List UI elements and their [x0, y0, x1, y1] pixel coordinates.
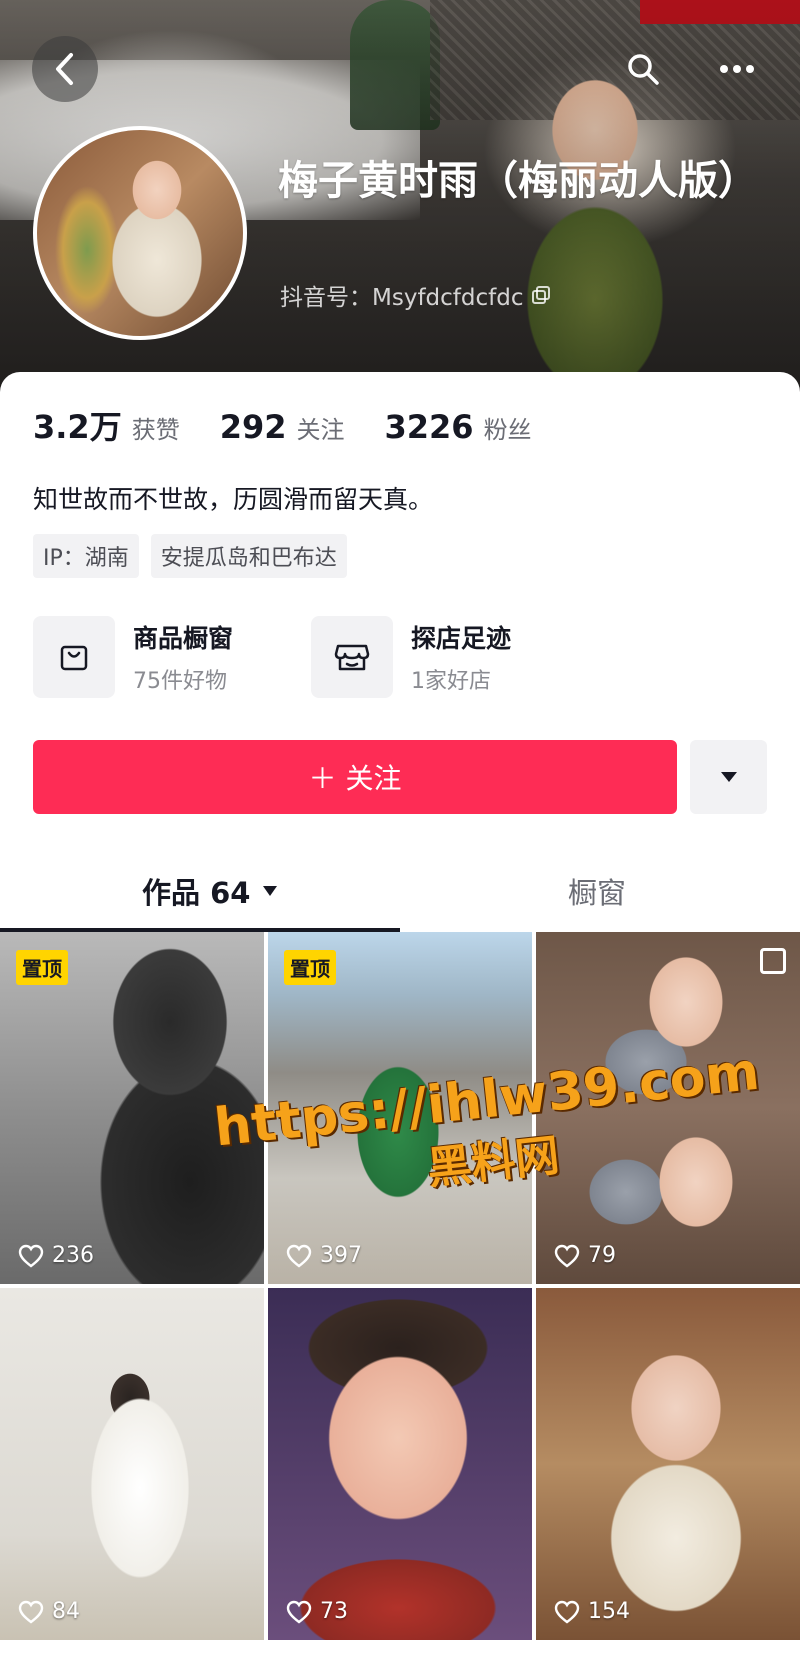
stat-likes[interactable]: 3.2万 获赞: [33, 402, 180, 448]
search-icon: [628, 54, 659, 85]
recommend-dropdown-button[interactable]: [690, 740, 767, 814]
feature-shop-window[interactable]: 商品橱窗 75件好物: [33, 616, 311, 698]
chevron-left-icon: [56, 53, 73, 85]
heart-icon: [18, 1244, 44, 1268]
tab-shop-window[interactable]: 橱窗: [568, 852, 626, 930]
tab-shop-label: 橱窗: [568, 876, 627, 910]
video-thumbnail[interactable]: 154: [536, 1288, 800, 1640]
back-button[interactable]: [32, 36, 98, 102]
like-count: 73: [286, 1599, 348, 1624]
stat-value: 3.2万: [33, 408, 122, 446]
avatar[interactable]: [33, 126, 247, 340]
like-count-value: 154: [588, 1599, 630, 1624]
features-row: 商品橱窗 75件好物 探店足迹 1家好店: [33, 616, 589, 698]
stat-value: 292: [219, 408, 287, 446]
heart-icon: [286, 1244, 312, 1268]
like-count-value: 236: [52, 1243, 94, 1268]
shopping-bag-icon: [33, 616, 115, 698]
like-count: 154: [554, 1599, 630, 1624]
triangle-down-icon: [263, 886, 278, 896]
follow-label: ＋ 关注: [308, 762, 402, 795]
feature-subtitle: 75件好物: [133, 669, 227, 694]
douyin-id: 抖音号：Msyfdcfdcfdc: [280, 285, 524, 311]
more-button[interactable]: [712, 44, 762, 94]
follow-button[interactable]: ＋ 关注: [33, 740, 677, 814]
pinned-badge: 置顶: [16, 950, 68, 985]
feature-subtitle: 1家好店: [411, 669, 491, 694]
pinned-badge: 置顶: [284, 950, 336, 985]
feature-title: 商品橱窗: [133, 624, 234, 653]
heart-icon: [554, 1244, 580, 1268]
feature-store-visits[interactable]: 探店足迹 1家好店: [311, 616, 589, 698]
stats-row: 3.2万 获赞 292 关注 3226 粉丝: [33, 402, 532, 448]
stat-followers[interactable]: 3226 粉丝: [385, 408, 532, 446]
like-count: 84: [18, 1599, 80, 1624]
storefront-icon: [311, 616, 393, 698]
tab-works-label: 作品 64: [142, 876, 251, 910]
like-count-value: 79: [588, 1243, 616, 1268]
search-button[interactable]: [618, 44, 668, 94]
triangle-down-icon: [720, 772, 737, 782]
video-grid: 置顶 236 置顶 397 79 84 73 154: [0, 932, 800, 1659]
tab-works[interactable]: 作品 64: [142, 852, 278, 930]
like-count-value: 84: [52, 1599, 80, 1624]
more-dots-icon: [720, 65, 754, 73]
heart-icon: [286, 1600, 312, 1624]
multi-image-icon: [760, 948, 786, 974]
content-tabs: 作品 64 橱窗: [0, 852, 800, 930]
stat-label: 获赞: [131, 416, 180, 444]
profile-name: 梅子黄时雨（梅丽动人版）: [278, 158, 758, 204]
tags-row: IP：湖南 安提瓜岛和巴布达: [33, 534, 347, 578]
video-thumbnail[interactable]: 73: [268, 1288, 532, 1640]
feature-title: 探店足迹: [411, 624, 512, 653]
stat-value: 3226: [384, 408, 474, 446]
like-count-value: 397: [320, 1243, 362, 1268]
douyin-id-row[interactable]: 抖音号：Msyfdcfdcfdc: [280, 278, 551, 312]
copy-icon[interactable]: [531, 285, 551, 305]
stat-label: 关注: [296, 416, 345, 444]
like-count-value: 73: [320, 1599, 348, 1624]
bio: 知世故而不世故，历圆滑而留天真。: [33, 485, 434, 514]
location-tag: 安提瓜岛和巴布达: [150, 534, 347, 578]
profile-card: 3.2万 获赞 292 关注 3226 粉丝 知世故而不世故，历圆滑而留天真。 …: [0, 372, 800, 1659]
stat-label: 粉丝: [483, 416, 532, 444]
video-thumbnail[interactable]: 84: [0, 1288, 264, 1640]
ip-tag: IP：湖南: [33, 534, 139, 578]
heart-icon: [554, 1600, 580, 1624]
like-count: 79: [554, 1243, 616, 1268]
like-count: 397: [286, 1243, 362, 1268]
stat-following[interactable]: 292 关注: [220, 408, 345, 446]
like-count: 236: [18, 1243, 94, 1268]
heart-icon: [18, 1600, 44, 1624]
